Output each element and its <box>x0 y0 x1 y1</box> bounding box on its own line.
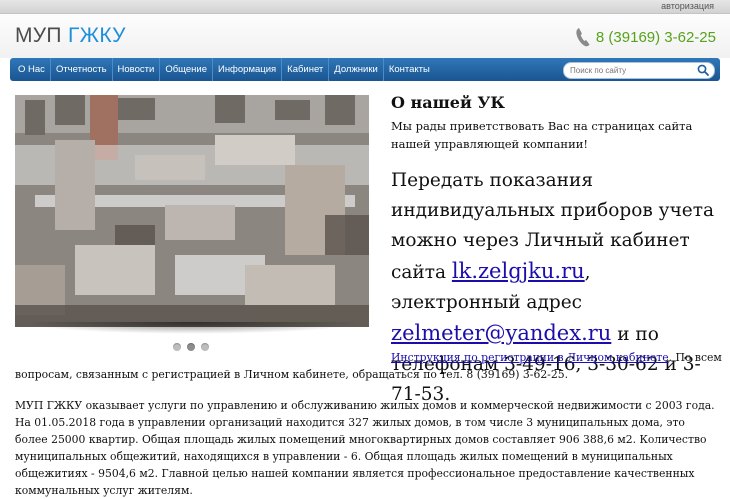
cabinet-link[interactable]: lk.zelgjku.ru <box>452 259 585 283</box>
slider-dot[interactable] <box>173 343 181 351</box>
city-photo <box>15 95 369 327</box>
page-title: О нашей УК <box>391 93 505 112</box>
search-box <box>563 62 715 79</box>
search-icon[interactable] <box>697 64 709 76</box>
search-input[interactable] <box>570 64 688 76</box>
phone-number: 8 (39169) 3-62-25 <box>595 29 716 46</box>
site-logo[interactable]: МУП ГЖКУ <box>15 24 126 48</box>
nav-item-5[interactable]: Информация <box>213 58 283 81</box>
nav-item-4[interactable]: Общение <box>160 58 213 81</box>
slider-dot[interactable] <box>201 343 209 351</box>
auth-link[interactable]: авторизация <box>661 1 714 11</box>
nav-item-1[interactable]: О Нас <box>13 58 51 81</box>
main-nav: О Нас Отчетность Новости Общение Информация К… <box>10 58 720 81</box>
instruction-line: Инструкция по регистрации в Личном кабин… <box>391 350 722 366</box>
slider-dot[interactable] <box>187 343 195 351</box>
company-description: МУП ГЖКУ оказывает услуги по управлению … <box>15 399 715 497</box>
email-link[interactable]: zelmeter@yandex.ru <box>391 321 611 345</box>
logo-text-prefix: МУП <box>15 24 68 47</box>
nav-item-6[interactable]: Кабинет <box>282 58 330 81</box>
top-bar: авторизация <box>0 0 730 14</box>
header-phone: 8 (39169) 3-62-25 <box>575 27 716 47</box>
slider-dots <box>173 343 209 351</box>
nav-item-2[interactable]: Отчетность <box>51 58 113 81</box>
phone-icon <box>576 28 590 47</box>
nav-item-8[interactable]: Контакты <box>384 58 435 81</box>
nav-menu: О Нас Отчетность Новости Общение Информация К… <box>13 58 435 81</box>
welcome-text: Мы рады приветствовать Вас на страницах … <box>391 119 693 151</box>
instruction-text-1: . По всем <box>668 351 722 364</box>
instruction-text-2: вопросам, связанным с регистрацией в Лич… <box>15 368 569 381</box>
slider-shadow <box>22 322 362 334</box>
slider-image[interactable] <box>15 95 369 327</box>
instruction-link[interactable]: Инструкция по регистрации в Личном кабин… <box>391 351 669 364</box>
logo-text-accent: ГЖКУ <box>67 24 126 47</box>
nav-item-3[interactable]: Новости <box>113 58 161 81</box>
nav-item-7[interactable]: Должники <box>329 58 384 81</box>
site-header: МУП ГЖКУ 8 (39169) 3-62-25 <box>0 14 730 58</box>
